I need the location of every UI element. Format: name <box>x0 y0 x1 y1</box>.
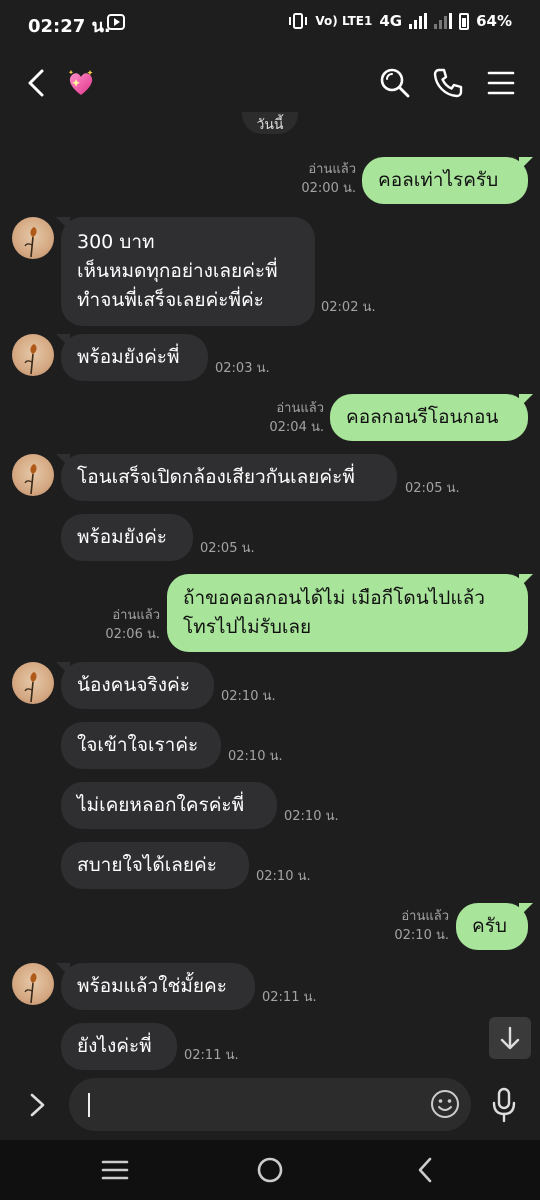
chat-header <box>0 46 540 120</box>
avatar[interactable] <box>12 334 54 376</box>
message-line: 300 บาท <box>77 231 155 253</box>
youtube-notification-icon <box>107 14 125 30</box>
message-time: 02:10 น. <box>228 749 283 764</box>
message-time: 02:04 น. <box>269 420 324 435</box>
message-bubble-outgoing[interactable]: คอลกอนรีโอนกอน <box>330 394 528 441</box>
message-bubble-incoming[interactable]: น้องคนจริงค่ะ <box>61 662 214 709</box>
battery-level: 64% <box>476 12 512 30</box>
message-line: เห็นหมดทุกอย่างเลยค่ะพี่ <box>77 260 278 282</box>
avatar[interactable] <box>12 662 54 704</box>
message-bubble-incoming[interactable]: โอนเสร็จเปิดกล้องเสียวกันเลยค่ะพี่ <box>61 454 397 501</box>
recent-apps-icon[interactable] <box>100 1158 130 1182</box>
read-receipt: อ่านแล้ว <box>276 401 324 416</box>
message-line: ถ้าขอคอลกอนได้ไม่ เมือกีโดนไปแล้ว <box>183 587 485 609</box>
message-time: 02:11 น. <box>262 990 317 1005</box>
expand-icon[interactable] <box>26 1090 50 1120</box>
battery-icon <box>459 12 470 30</box>
status-bar: 02:27 น. Vo) LTE1 4G 64% <box>0 0 540 46</box>
signal-2-icon <box>434 13 453 29</box>
message-bubble-incoming[interactable]: พร้อมยังค่ะพี่ <box>61 334 208 381</box>
nav-back-icon[interactable] <box>414 1156 436 1184</box>
message-meta: อ่านแล้ว 02:04 น. <box>258 399 324 437</box>
message-composer <box>0 1070 540 1140</box>
message-time: 02:11 น. <box>184 1048 239 1063</box>
message-bubble-incoming[interactable]: ยังไงค่ะพี่ <box>61 1023 177 1070</box>
message-time: 02:05 น. <box>405 481 460 496</box>
signal-icon <box>409 13 428 29</box>
message-bubble-incoming[interactable]: สบายใจได้เลยค่ะ <box>61 842 249 889</box>
message-meta: อ่านแล้ว 02:00 น. <box>290 160 356 198</box>
message-time: 02:03 น. <box>215 361 270 376</box>
status-icons: Vo) LTE1 4G 64% <box>288 12 512 30</box>
menu-icon[interactable] <box>484 66 518 100</box>
scroll-to-bottom-button[interactable] <box>489 1017 531 1059</box>
message-time: 02:10 น. <box>221 689 276 704</box>
emoji-icon[interactable] <box>430 1089 460 1119</box>
message-bubble-outgoing[interactable]: คอลเท่าไรครับ <box>362 157 528 204</box>
message-bubble-outgoing[interactable]: ครับ <box>456 903 528 950</box>
message-time: 02:05 น. <box>200 541 255 556</box>
sparkling-heart-icon <box>68 70 93 95</box>
message-time: 02:10 น. <box>284 809 339 824</box>
volte-label: Vo) LTE1 <box>315 14 373 28</box>
status-time: 02:27 น. <box>28 16 111 37</box>
message-bubble-incoming[interactable]: พร้อมแล้วใช่มั้ยคะ <box>61 963 255 1010</box>
message-input[interactable] <box>69 1078 471 1131</box>
read-receipt: อ่านแล้ว <box>401 909 449 924</box>
vibrate-icon <box>289 13 308 29</box>
avatar[interactable] <box>12 217 54 259</box>
message-time: 02:06 น. <box>105 627 160 642</box>
chat-area[interactable]: วันนี้ อ่านแล้ว 02:00 น. คอลเท่าไรครับ 3… <box>0 112 540 1070</box>
message-meta: อ่านแล้ว 02:06 น. <box>94 606 160 644</box>
message-time: 02:10 น. <box>256 869 311 884</box>
message-time: 02:10 น. <box>394 928 449 943</box>
message-bubble-incoming[interactable]: ใจเข้าใจเราค่ะ <box>61 722 221 769</box>
message-line: ทำจนพี่เสร็จเลยค่ะพี่ค่ะ <box>77 289 264 311</box>
mic-icon[interactable] <box>490 1087 518 1123</box>
avatar[interactable] <box>12 454 54 496</box>
phone-icon[interactable] <box>431 66 465 100</box>
network-label: 4G <box>379 12 403 30</box>
message-bubble-outgoing[interactable]: ถ้าขอคอลกอนได้ไม่ เมือกีโดนไปแล้ว โทรไปไ… <box>167 574 528 652</box>
message-meta: อ่านแล้ว 02:10 น. <box>383 907 449 945</box>
message-bubble-incoming[interactable]: 300 บาท เห็นหมดทุกอย่างเลยค่ะพี่ ทำจนพี่… <box>61 217 315 326</box>
system-nav-bar <box>0 1140 540 1200</box>
read-receipt: อ่านแล้ว <box>112 608 160 623</box>
message-time: 02:00 น. <box>301 181 356 196</box>
message-bubble-incoming[interactable]: ไม่เคยหลอกใครค่ะพี่ <box>61 782 277 829</box>
text-caret <box>88 1093 90 1117</box>
home-icon[interactable] <box>256 1156 284 1184</box>
message-bubble-incoming[interactable]: พร้อมยังค่ะ <box>61 514 193 561</box>
message-time: 02:02 น. <box>321 300 376 315</box>
back-icon[interactable] <box>22 66 54 100</box>
read-receipt: อ่านแล้ว <box>308 162 356 177</box>
date-chip: วันนี้ <box>242 112 298 134</box>
search-icon[interactable] <box>378 66 412 100</box>
avatar[interactable] <box>12 963 54 1005</box>
arrow-down-icon <box>500 1026 520 1050</box>
message-line: โทรไปไม่รับเลย <box>183 616 312 638</box>
